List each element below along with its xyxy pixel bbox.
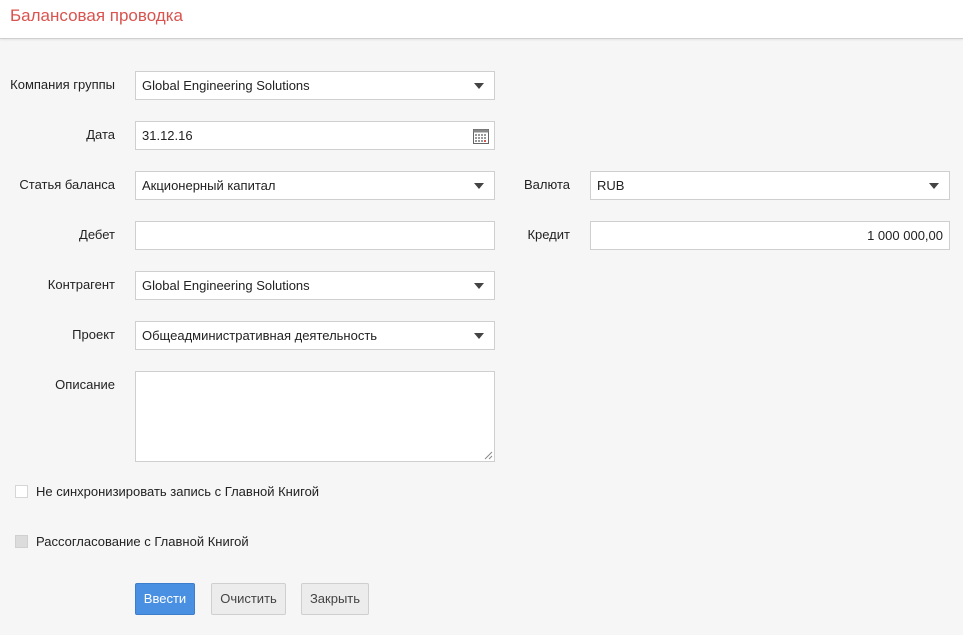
currency-label: Валюта [524,177,570,192]
balance-item-select[interactable]: Акционерный капитал [135,171,495,200]
submit-button[interactable]: Ввести [135,583,195,615]
project-label: Проект [72,327,115,342]
credit-value: 1 000 000,00 [867,228,943,243]
balance-item-value: Акционерный капитал [142,178,276,193]
date-label: Дата [86,127,115,142]
description-textarea[interactable] [135,371,495,462]
mismatch-label: Рассогласование с Главной Книгой [36,534,249,549]
close-button[interactable]: Закрыть [301,583,369,615]
balance-item-label: Статья баланса [19,177,115,192]
mismatch-checkbox [15,535,28,548]
calendar-icon[interactable] [473,128,489,144]
project-value: Общеадминистративная деятельность [142,328,378,343]
chevron-down-icon [474,333,484,339]
description-label: Описание [55,377,115,392]
page-title: Балансовая проводка [10,6,183,25]
company-value: Global Engineering Solutions [142,78,310,93]
no-sync-checkbox[interactable] [15,485,28,498]
counterparty-label: Контрагент [47,277,115,292]
resize-grip-icon[interactable] [484,451,493,460]
chevron-down-icon [474,283,484,289]
chevron-down-icon [474,183,484,189]
company-label: Компания группы [10,77,115,92]
page-header: Балансовая проводка [0,0,963,39]
clear-button[interactable]: Очистить [211,583,286,615]
date-value: 31.12.16 [142,128,193,143]
debit-input[interactable] [135,221,495,250]
debit-label: Дебет [79,227,115,242]
date-input[interactable]: 31.12.16 [135,121,495,150]
no-sync-label: Не синхронизировать запись с Главной Кни… [36,484,320,499]
credit-input[interactable]: 1 000 000,00 [590,221,950,250]
currency-value: RUB [597,178,625,193]
project-select[interactable]: Общеадминистративная деятельность [135,321,495,350]
chevron-down-icon [474,83,484,89]
credit-label: Кредит [527,227,570,242]
chevron-down-icon [929,183,939,189]
company-select[interactable]: Global Engineering Solutions [135,71,495,100]
counterparty-value: Global Engineering Solutions [142,278,310,293]
counterparty-select[interactable]: Global Engineering Solutions [135,271,495,300]
currency-select[interactable]: RUB [590,171,950,200]
